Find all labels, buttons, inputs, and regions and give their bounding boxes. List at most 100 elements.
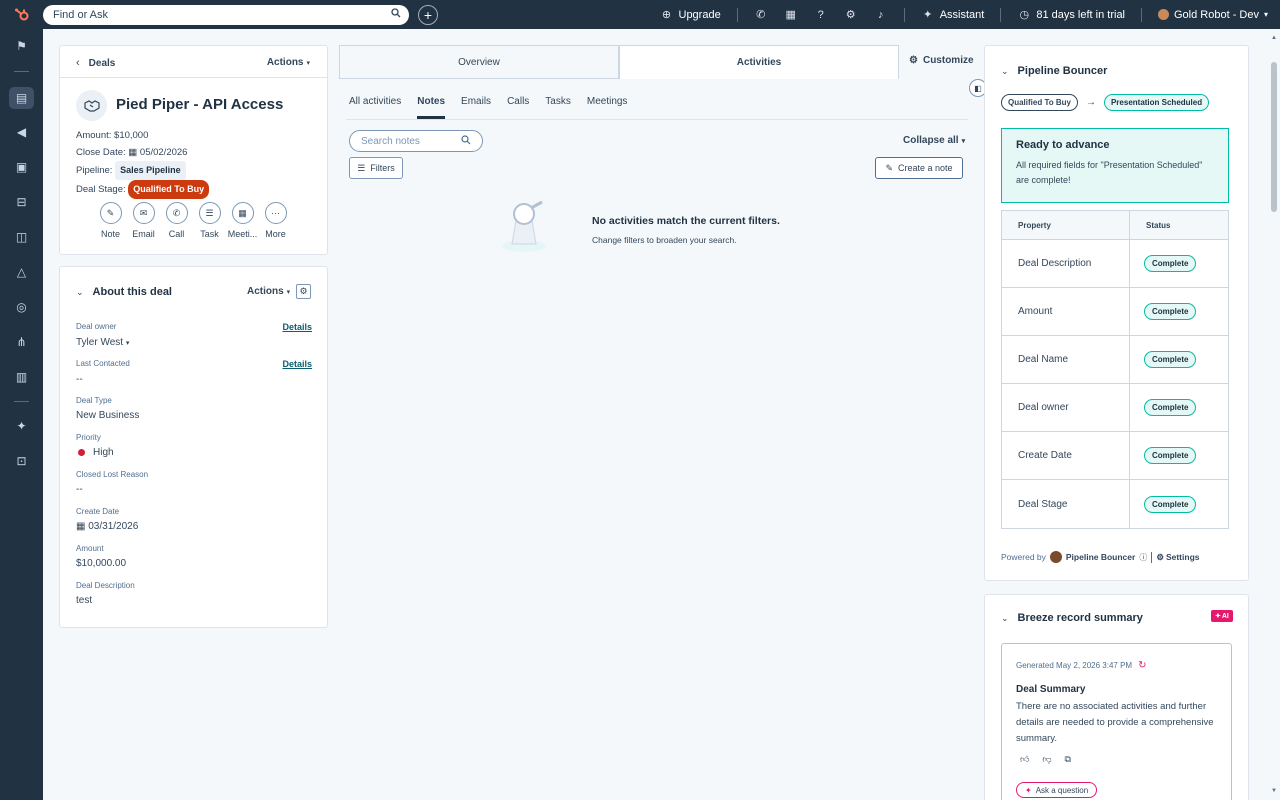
arrow-right-icon: →: [1085, 97, 1096, 108]
marketing-megaphone-icon[interactable]: ◀: [13, 123, 30, 140]
create-date-value: 03/31/2026: [88, 521, 139, 532]
back-to-deals-link[interactable]: ‹ Deals: [76, 57, 115, 69]
ask-question-label: Ask a question: [1035, 785, 1089, 795]
deal-owner-details-link[interactable]: Details: [282, 322, 312, 332]
scroll-up-arrow-icon[interactable]: ▲: [1271, 35, 1277, 41]
create-note-label: Create a note: [898, 163, 953, 173]
content-icon[interactable]: ▣: [13, 158, 30, 175]
search-icon[interactable]: [391, 8, 401, 21]
service-icon[interactable]: △: [13, 263, 30, 280]
priority-value-row[interactable]: High: [76, 447, 114, 458]
help-icon[interactable]: ?: [814, 8, 828, 22]
scroll-down-arrow-icon[interactable]: ▼: [1271, 788, 1277, 794]
amount-value[interactable]: $10,000: [114, 130, 148, 141]
email-button[interactable]: ✉ Email: [127, 202, 160, 239]
meeting-label: Meeti...: [227, 229, 258, 239]
refresh-icon[interactable]: ↻: [1138, 660, 1146, 671]
bookmarks-icon[interactable]: ⚑: [13, 37, 30, 54]
table-row: Create Date Complete: [1002, 432, 1228, 480]
subtab-tasks[interactable]: Tasks: [545, 96, 571, 119]
settings-gear-icon[interactable]: ⚙: [296, 284, 311, 299]
column-status: Status: [1146, 220, 1171, 230]
data-management-icon[interactable]: ◎: [13, 298, 30, 315]
last-contacted-value[interactable]: --: [76, 374, 312, 385]
settings-gear-icon[interactable]: ⚙: [844, 8, 858, 22]
tab-activities[interactable]: Activities: [619, 45, 899, 79]
create-new-button[interactable]: +: [418, 4, 438, 25]
search-notes-input[interactable]: Search notes: [349, 130, 483, 152]
info-icon[interactable]: ⓘ: [1139, 552, 1147, 563]
call-button[interactable]: ✆ Call: [160, 202, 193, 239]
thumbs-up-icon[interactable]: 👍︎: [1020, 754, 1029, 765]
thumbs-down-icon[interactable]: 👎︎: [1042, 754, 1051, 765]
search-icon: [461, 134, 471, 148]
subtab-meetings[interactable]: Meetings: [587, 96, 628, 119]
hubspot-logo-icon[interactable]: [0, 0, 43, 29]
deal-title[interactable]: Pied Piper - API Access: [116, 96, 283, 113]
ask-question-button[interactable]: ✦ Ask a question: [1016, 782, 1098, 798]
table-row: Deal Stage Complete: [1002, 480, 1228, 528]
development-icon[interactable]: ⊡: [13, 452, 30, 469]
top-navigation-bar: Find or Ask + ⊕ Upgrade ✆ ▦ ? ⚙ ♪ ✦ Assi…: [0, 0, 1280, 29]
marketplace-icon[interactable]: ▦: [784, 8, 798, 22]
deal-stage-tag[interactable]: Qualified To Buy: [128, 180, 210, 199]
collapse-all-menu[interactable]: Collapse all ▾: [903, 135, 965, 146]
deal-stage-row: Deal Stage: Qualified To Buy: [76, 180, 210, 199]
upgrade-button[interactable]: ⊕ Upgrade: [660, 8, 721, 22]
breeze-sparkle-icon[interactable]: ✦: [13, 417, 30, 434]
assistant-button[interactable]: ✦ Assistant: [921, 8, 984, 22]
trial-status[interactable]: ◷ 81 days left in trial: [1017, 8, 1125, 22]
deal-handshake-icon: [76, 90, 107, 121]
task-button[interactable]: ☰ Task: [193, 202, 226, 239]
settings-link[interactable]: ⚙ Settings: [1156, 552, 1199, 563]
subtab-emails[interactable]: Emails: [461, 96, 491, 119]
copy-icon[interactable]: ⧉: [1065, 754, 1071, 765]
pipeline-bouncer-toggle[interactable]: ⌄ Pipeline Bouncer: [1001, 65, 1107, 77]
table-header: Property Status: [1002, 211, 1228, 240]
global-search-input[interactable]: Find or Ask: [43, 4, 409, 25]
summary-title: Deal Summary: [1016, 684, 1086, 695]
account-menu[interactable]: Gold Robot - Dev ▾: [1158, 9, 1268, 21]
deal-description-value[interactable]: test: [76, 595, 135, 606]
pipeline-bouncer-brand: Pipeline Bouncer: [1065, 552, 1136, 562]
chevron-left-icon: ‹: [76, 57, 80, 69]
deal-type-value[interactable]: New Business: [76, 410, 139, 421]
ready-title: Ready to advance: [1016, 139, 1110, 151]
more-button[interactable]: ··· More: [259, 202, 292, 239]
filters-button[interactable]: ☰ Filters: [349, 157, 403, 179]
phone-icon[interactable]: ✆: [754, 8, 768, 22]
breeze-summary-toggle[interactable]: ⌄ Breeze record summary: [1001, 612, 1143, 624]
subtab-calls[interactable]: Calls: [507, 96, 529, 119]
create-note-button[interactable]: ✎ Create a note: [875, 157, 963, 179]
subtab-notes[interactable]: Notes: [417, 96, 446, 119]
commerce-icon[interactable]: ⊟: [13, 193, 30, 210]
about-actions-menu[interactable]: Actions ▾: [247, 286, 290, 297]
last-contacted-details-link[interactable]: Details: [282, 359, 312, 369]
pipeline-tag[interactable]: Sales Pipeline: [115, 161, 186, 180]
tab-overview[interactable]: Overview: [339, 45, 619, 79]
sales-wallet-icon[interactable]: ◫: [13, 228, 30, 245]
amount-value[interactable]: $10,000.00: [76, 558, 126, 569]
subtab-all-activities[interactable]: All activities: [349, 96, 401, 119]
automation-icon[interactable]: ⋔: [13, 333, 30, 350]
notifications-bell-icon[interactable]: ♪: [874, 8, 888, 22]
reporting-icon[interactable]: ▥: [13, 368, 30, 385]
customize-label: Customize: [922, 55, 974, 66]
page-scrollbar[interactable]: ▲ ▼: [1268, 29, 1280, 800]
left-sidebar: ⚑ ▤ ◀ ▣ ⊟ ◫ △ ◎ ⋔ ▥ ✦ ⊡: [0, 29, 43, 800]
about-deal-toggle[interactable]: ⌄ About this deal: [76, 286, 172, 298]
crm-records-icon[interactable]: ▤: [9, 87, 34, 109]
divider: [736, 7, 738, 22]
customize-button[interactable]: ⚙ Customize: [909, 55, 974, 66]
close-date-value[interactable]: 05/02/2026: [140, 147, 188, 158]
note-button[interactable]: ✎ Note: [94, 202, 127, 239]
closed-lost-value[interactable]: --: [76, 484, 148, 495]
deal-owner-dropdown[interactable]: Tyler West ▾: [76, 337, 312, 348]
scrollbar-thumb[interactable]: [1271, 62, 1277, 212]
meeting-button[interactable]: ▦ Meeti...: [226, 202, 259, 239]
create-date-value-row[interactable]: ▦ 03/31/2026: [76, 521, 138, 532]
tab-activities-label: Activities: [736, 57, 782, 68]
divider: [1151, 551, 1153, 563]
record-header-card: ‹ Deals Actions ▾ Pied Piper - API Acces…: [59, 45, 328, 255]
record-actions-menu[interactable]: Actions ▾: [267, 57, 310, 68]
